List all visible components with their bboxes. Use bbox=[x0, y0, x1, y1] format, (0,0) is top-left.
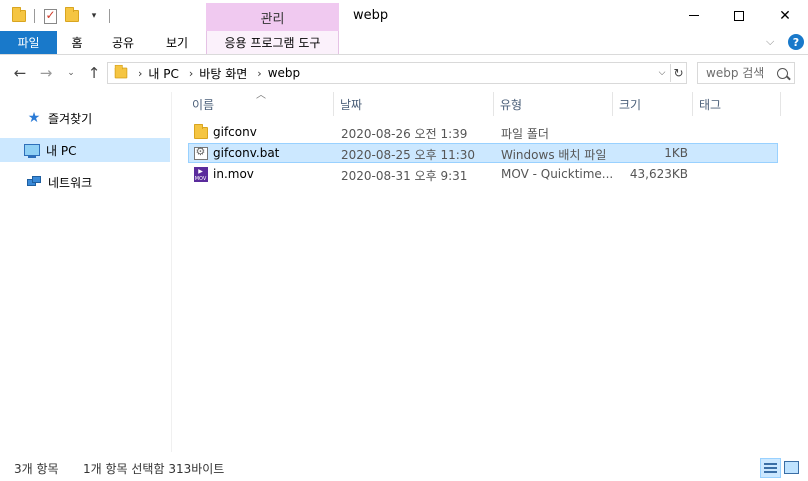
title-bar: ▾ 관리 webp ✕ bbox=[0, 0, 808, 31]
breadcrumb-separator-icon[interactable]: › bbox=[189, 67, 193, 80]
refresh-icon[interactable]: ↻ bbox=[670, 64, 686, 82]
window-title: webp bbox=[353, 8, 389, 23]
mov-icon-label: MOV bbox=[193, 167, 208, 182]
arrow-left-icon: ← bbox=[13, 64, 27, 82]
table-row[interactable]: MOV in.mov 2020-08-31 오후 9:31 MOV - Quic… bbox=[188, 164, 778, 184]
breadcrumb-separator-icon[interactable]: › bbox=[257, 67, 261, 80]
breadcrumb-separator-icon[interactable]: › bbox=[138, 67, 142, 80]
column-header-label: 날짜 bbox=[340, 97, 363, 112]
arrow-up-icon: ↑ bbox=[87, 64, 101, 82]
sidebar-item-label: 즐겨찾기 bbox=[48, 111, 93, 126]
close-icon: ✕ bbox=[779, 7, 791, 24]
column-header-label: 크기 bbox=[619, 97, 642, 112]
file-name: in.mov bbox=[213, 167, 254, 181]
properties-icon bbox=[43, 8, 57, 24]
file-date: 2020-08-25 오후 11:30 bbox=[341, 148, 476, 162]
search-box[interactable] bbox=[697, 62, 795, 84]
column-header-label: 유형 bbox=[500, 97, 523, 112]
column-header-label: 태그 bbox=[699, 97, 722, 112]
sidebar-item-quick-access[interactable]: ★ 즐겨찾기 bbox=[0, 106, 170, 130]
status-bar: 3개 항목 1개 항목 선택함 313바이트 bbox=[0, 456, 808, 481]
network-icon bbox=[26, 174, 42, 190]
sidebar-item-network[interactable]: 네트워크 bbox=[0, 170, 170, 194]
column-header-label: 이름 bbox=[192, 97, 215, 112]
file-date: 2020-08-31 오후 9:31 bbox=[341, 169, 468, 183]
table-row[interactable]: gifconv.bat 2020-08-25 오후 11:30 Windows … bbox=[188, 143, 778, 163]
file-type: MOV - Quicktime... bbox=[501, 167, 614, 181]
file-date: 2020-08-26 오전 1:39 bbox=[341, 127, 468, 141]
recent-locations-button[interactable]: ⌄ bbox=[64, 64, 78, 82]
table-row[interactable]: gifconv 2020-08-26 오전 1:39 파일 폴더 bbox=[188, 122, 778, 142]
ribbon-expand-chevron-icon[interactable]: ⌵ bbox=[766, 35, 774, 49]
details-view-icon[interactable] bbox=[760, 458, 781, 478]
qat-customize-button[interactable]: ▾ bbox=[83, 6, 105, 26]
batch-file-icon bbox=[193, 145, 208, 161]
chevron-down-icon: ⌄ bbox=[67, 68, 75, 78]
file-type: Windows 배치 파일 bbox=[501, 148, 607, 162]
help-icon[interactable]: ? bbox=[788, 34, 804, 50]
maximize-button[interactable] bbox=[716, 0, 762, 31]
folder-icon bbox=[193, 123, 208, 140]
navigation-pane: ★ 즐겨찾기 내 PC 네트워크 bbox=[0, 92, 172, 452]
tab-application-tools[interactable]: 응용 프로그램 도구 bbox=[206, 31, 339, 54]
column-header-name[interactable]: 이름 ︿ bbox=[180, 90, 334, 116]
search-icon[interactable] bbox=[777, 67, 788, 79]
file-name: gifconv.bat bbox=[213, 146, 280, 160]
column-header-date[interactable]: 날짜 bbox=[334, 92, 494, 116]
minimize-button[interactable] bbox=[671, 0, 717, 31]
file-size: 1KB bbox=[664, 146, 688, 160]
qat-properties-button[interactable] bbox=[39, 6, 61, 26]
breadcrumb-desktop[interactable]: 바탕 화면 bbox=[199, 65, 247, 82]
contextual-manage-header: 관리 bbox=[206, 3, 339, 31]
quick-access-toolbar: ▾ bbox=[8, 6, 114, 26]
sort-ascending-icon: ︿ bbox=[256, 90, 266, 101]
file-list: 이름 ︿ 날짜 유형 크기 태그 gifconv 2020-08-26 오전 1… bbox=[180, 90, 808, 452]
column-header-type[interactable]: 유형 bbox=[494, 92, 613, 116]
close-button[interactable]: ✕ bbox=[762, 0, 808, 31]
column-header-size[interactable]: 크기 bbox=[613, 92, 693, 116]
tab-file[interactable]: 파일 bbox=[0, 31, 57, 54]
arrow-right-icon: → bbox=[39, 64, 53, 82]
file-size: 43,623KB bbox=[629, 167, 688, 181]
breadcrumb-webp[interactable]: webp bbox=[268, 66, 300, 80]
folder-icon bbox=[114, 64, 128, 79]
sidebar-item-label: 내 PC bbox=[46, 143, 77, 158]
forward-button[interactable]: → bbox=[36, 64, 56, 82]
minimize-icon bbox=[689, 15, 699, 16]
qat-separator bbox=[109, 9, 110, 23]
file-type: 파일 폴더 bbox=[501, 127, 549, 141]
computer-icon bbox=[24, 142, 40, 158]
qat-separator bbox=[34, 9, 35, 23]
new-folder-icon bbox=[65, 7, 79, 22]
tab-view[interactable]: 보기 bbox=[149, 31, 205, 54]
qat-new-folder-button[interactable] bbox=[61, 6, 83, 26]
star-icon: ★ bbox=[27, 110, 41, 126]
up-button[interactable]: ↑ bbox=[84, 64, 104, 82]
back-button[interactable]: ← bbox=[10, 64, 30, 82]
large-icons-view-icon[interactable] bbox=[784, 461, 799, 474]
ribbon-tabs: 파일 홈 공유 보기 응용 프로그램 도구 ⌵ ? bbox=[0, 31, 808, 55]
folder-icon bbox=[12, 7, 26, 22]
sidebar-item-label: 네트워크 bbox=[48, 175, 93, 190]
chevron-down-icon: ▾ bbox=[91, 11, 97, 21]
sidebar-item-this-pc[interactable]: 내 PC bbox=[0, 138, 170, 162]
address-dropdown-icon[interactable]: ⌵ bbox=[655, 65, 669, 81]
qat-folder-button[interactable] bbox=[8, 6, 30, 26]
column-header-tags[interactable]: 태그 bbox=[693, 92, 781, 116]
search-input[interactable] bbox=[706, 66, 770, 80]
status-selection: 1개 항목 선택함 313바이트 bbox=[83, 462, 225, 476]
tab-share[interactable]: 공유 bbox=[97, 31, 149, 54]
maximize-icon bbox=[734, 10, 744, 21]
breadcrumb-this-pc[interactable]: 내 PC bbox=[148, 65, 178, 82]
address-row: ← → ⌄ ↑ › 내 PC › 바탕 화면 › webp ⌵ ↻ bbox=[0, 55, 808, 92]
file-name: gifconv bbox=[213, 125, 257, 139]
status-item-count: 3개 항목 bbox=[14, 462, 59, 476]
tab-home[interactable]: 홈 bbox=[57, 31, 97, 54]
address-bar[interactable]: › 내 PC › 바탕 화면 › webp ⌵ ↻ bbox=[107, 62, 687, 84]
mov-file-icon: MOV bbox=[193, 167, 208, 182]
